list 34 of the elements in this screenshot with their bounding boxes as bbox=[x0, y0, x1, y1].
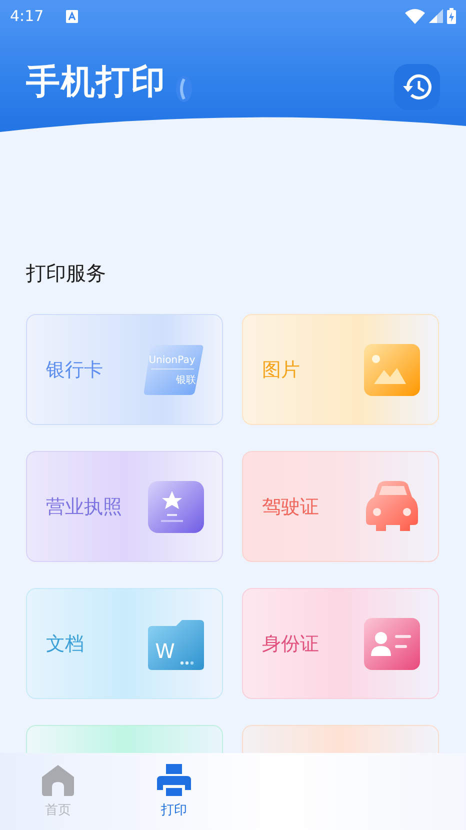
section-title: 打印服务 bbox=[26, 260, 107, 287]
service-label: 身份证 bbox=[262, 632, 319, 656]
nav-tab[interactable]: 打印 bbox=[116, 753, 232, 830]
certificate-icon bbox=[148, 480, 204, 532]
service-label: 驾驶证 bbox=[262, 494, 319, 520]
printer-icon bbox=[157, 763, 191, 797]
wifi-icon bbox=[405, 8, 425, 24]
document-folder-icon: W bbox=[148, 618, 204, 670]
service-card[interactable] bbox=[26, 725, 223, 753]
image-icon bbox=[364, 344, 420, 396]
signal-icon bbox=[429, 9, 443, 23]
home-icon bbox=[41, 763, 75, 797]
service-card[interactable]: 营业执照 bbox=[26, 451, 223, 562]
bank-card-icon: UnionPay 银联 bbox=[142, 342, 204, 396]
service-card[interactable]: 文档 W bbox=[26, 588, 223, 699]
nav-tab[interactable]: 首页 bbox=[0, 753, 116, 830]
loading-spinner-icon bbox=[176, 76, 192, 102]
service-label: 营业执照 bbox=[46, 494, 122, 520]
service-label: 银行卡 bbox=[46, 358, 103, 382]
status-time: 4:17 bbox=[10, 7, 44, 25]
id-card-icon bbox=[364, 618, 420, 670]
service-label: 文档 bbox=[46, 632, 84, 656]
keyboard-notification-icon bbox=[66, 10, 78, 22]
app-title: 手机打印 bbox=[26, 61, 166, 104]
car-icon bbox=[364, 480, 420, 532]
battery-icon bbox=[447, 8, 456, 24]
service-card[interactable]: 银行卡 UnionPay 银联 bbox=[26, 314, 223, 425]
history-icon bbox=[402, 73, 432, 101]
service-card[interactable]: 身份证 bbox=[242, 588, 439, 699]
service-card[interactable]: 图片 bbox=[242, 314, 439, 425]
history-button[interactable] bbox=[394, 64, 440, 110]
service-label: 图片 bbox=[262, 358, 300, 382]
service-card[interactable]: 驾驶证 bbox=[242, 451, 439, 562]
service-card[interactable] bbox=[242, 725, 439, 753]
